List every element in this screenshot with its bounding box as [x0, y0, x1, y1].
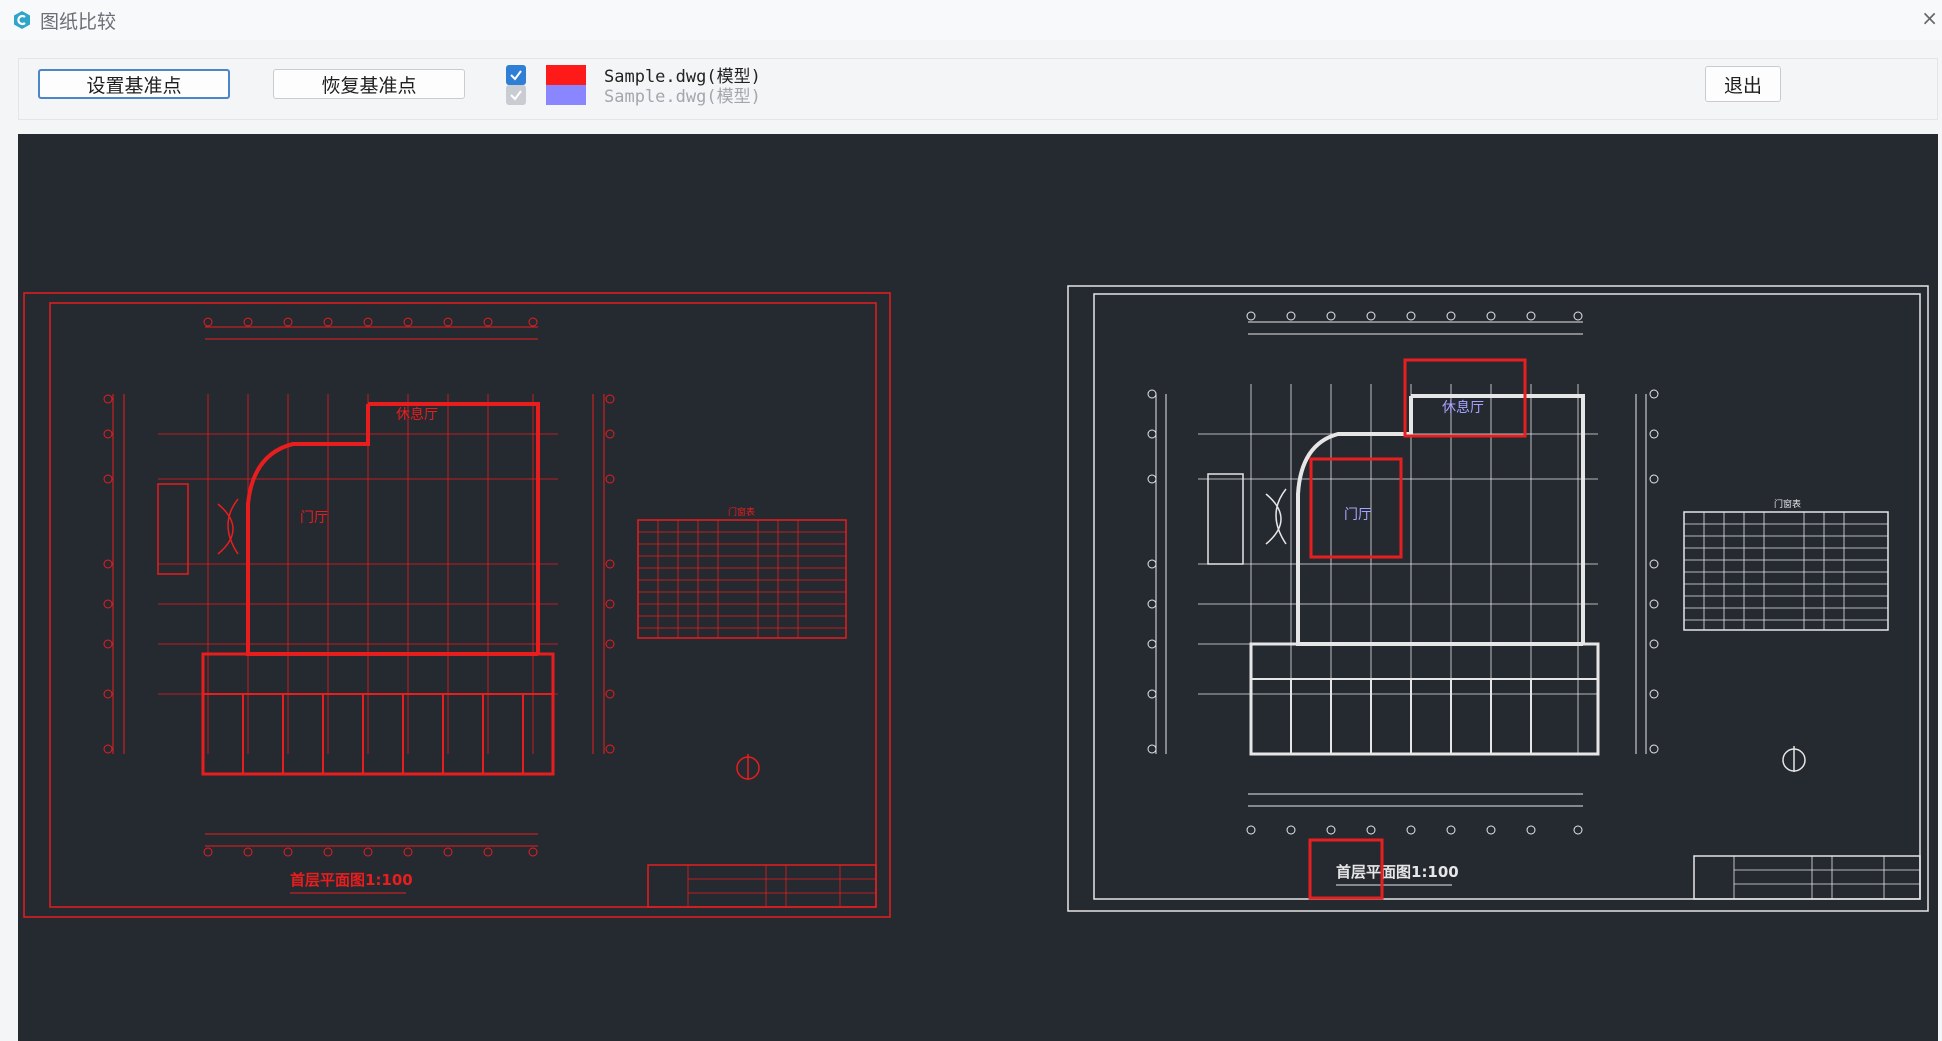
- set-base-point-button[interactable]: 设置基准点: [38, 69, 230, 99]
- restore-base-point-button[interactable]: 恢复基准点: [273, 69, 465, 99]
- right-drawing: 门窗表 休息厅 门厅 首层平面图1:100: [1067, 285, 1929, 912]
- left-door-table-title: 门窗表: [728, 506, 755, 518]
- layer-1-color-swatch: [546, 65, 586, 85]
- drawing-canvas[interactable]: 休息厅 门厅 门窗表 首层平面图1:100 门窗表 休息厅 门厅 首层平面图1:…: [18, 134, 1938, 1041]
- title-bar: 图纸比较 ×: [0, 0, 1942, 40]
- right-room-rest-hall: 休息厅: [1442, 399, 1484, 416]
- app-logo-icon: [14, 11, 30, 29]
- left-drawing: 休息厅 门厅 门窗表 首层平面图1:100: [23, 292, 891, 918]
- window-title: 图纸比较: [40, 10, 117, 33]
- right-plan-title: 首层平面图1:100: [1336, 863, 1459, 881]
- right-door-table-title: 门窗表: [1774, 498, 1801, 510]
- close-icon[interactable]: ×: [1921, 6, 1938, 30]
- right-room-lobby: 门厅: [1344, 507, 1372, 523]
- diff-highlights: [1308, 358, 1527, 900]
- check-icon: [510, 70, 522, 81]
- left-room-rest-hall: 休息厅: [396, 406, 438, 423]
- check-icon: [510, 90, 522, 101]
- layer-2-checkbox: [506, 85, 526, 105]
- layer-2-label: Sample.dwg(模型): [604, 87, 761, 107]
- layer-1-checkbox[interactable]: [506, 65, 526, 85]
- left-room-lobby: 门厅: [300, 510, 328, 526]
- toolbar: 设置基准点 恢复基准点 Sample.dwg(模型) Sample.dwg(模型…: [18, 58, 1938, 120]
- left-plan-title: 首层平面图1:100: [290, 871, 413, 889]
- layer-2-color-swatch: [546, 85, 586, 105]
- exit-button[interactable]: 退出: [1705, 66, 1781, 102]
